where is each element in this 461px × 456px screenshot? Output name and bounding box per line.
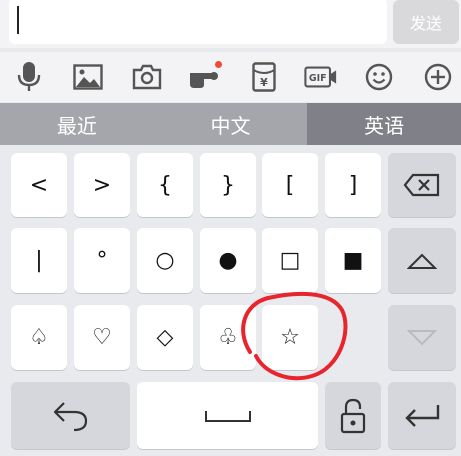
triangle-up-icon: [407, 253, 437, 269]
lock-key[interactable]: [325, 382, 381, 449]
key-club[interactable]: ♧: [200, 305, 256, 370]
space-bar-icon: [204, 410, 251, 422]
page-up-key[interactable]: [388, 228, 456, 293]
key-black-square[interactable]: ■: [325, 228, 381, 293]
key-white-square[interactable]: □: [262, 228, 318, 293]
tab-chinese[interactable]: 中文: [154, 103, 308, 145]
key-right-bracket[interactable]: ]: [325, 153, 381, 217]
input-bar: 发送: [0, 0, 461, 48]
tab-english[interactable]: 英语: [307, 103, 461, 145]
plus-icon[interactable]: [421, 60, 455, 94]
camera-icon[interactable]: [130, 60, 164, 94]
svg-text:GIF: GIF: [309, 73, 327, 84]
category-tabs: 最近 中文 英语: [0, 103, 461, 145]
microphone-icon[interactable]: [12, 60, 46, 94]
finger-pointer-icon[interactable]: [189, 60, 223, 94]
return-arrow-icon: [405, 404, 440, 427]
key-greater-than[interactable]: >: [74, 153, 130, 217]
key-black-circle[interactable]: ●: [200, 228, 256, 293]
space-key[interactable]: [137, 382, 318, 449]
backspace-icon: [403, 173, 440, 197]
send-button[interactable]: 发送: [393, 0, 459, 44]
image-icon[interactable]: [71, 60, 105, 94]
key-diamond[interactable]: ◇: [137, 305, 193, 370]
svg-text:¥: ¥: [260, 76, 268, 89]
key-pipe[interactable]: |: [11, 228, 67, 293]
key-degree[interactable]: °: [74, 228, 130, 293]
key-spade[interactable]: ♤: [11, 305, 67, 370]
triangle-down-icon: [407, 329, 437, 345]
empty-key-slot: [325, 305, 381, 370]
unlock-icon: [340, 398, 366, 433]
key-heart[interactable]: ♡: [74, 305, 130, 370]
toolbar: ¥ GIF: [0, 52, 461, 102]
message-input[interactable]: [9, 0, 387, 44]
gif-icon[interactable]: GIF: [304, 60, 338, 94]
emoji-icon[interactable]: [362, 60, 396, 94]
key-right-brace[interactable]: }: [200, 153, 256, 217]
page-down-key[interactable]: [388, 305, 456, 370]
key-star[interactable]: ☆: [262, 305, 318, 370]
undo-arrow-icon: [53, 401, 87, 431]
tab-recent[interactable]: 最近: [0, 103, 154, 145]
enter-key[interactable]: [388, 382, 456, 449]
back-key[interactable]: [11, 382, 130, 449]
key-left-bracket[interactable]: [: [262, 153, 318, 217]
text-caret: [17, 6, 19, 34]
red-packet-icon[interactable]: ¥: [247, 60, 281, 94]
key-less-than[interactable]: <: [11, 153, 67, 217]
notification-dot: [215, 61, 222, 68]
backspace-key[interactable]: [388, 153, 456, 217]
key-left-brace[interactable]: {: [137, 153, 193, 217]
key-white-circle[interactable]: ○: [137, 228, 193, 293]
